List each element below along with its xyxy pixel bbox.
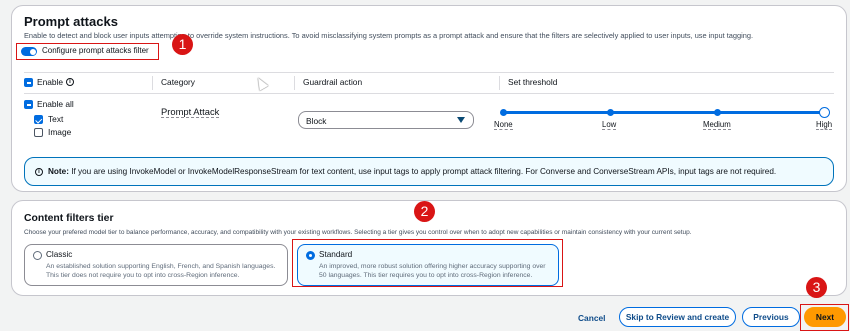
- text-checkbox[interactable]: [34, 115, 43, 124]
- standard-radio[interactable]: [306, 251, 315, 260]
- tier-option-classic[interactable]: Classic An established solution supporti…: [24, 244, 288, 286]
- column-category: Category: [161, 77, 195, 87]
- threshold-label-none: None: [494, 120, 513, 130]
- note-text: If you are using InvokeModel or InvokeMo…: [71, 167, 777, 176]
- info-icon: i: [35, 168, 43, 176]
- annotation-badge-3: 3: [806, 277, 827, 298]
- classic-title: Classic: [46, 250, 73, 259]
- standard-description: An improved, more robust solution offeri…: [319, 263, 546, 279]
- image-checkbox[interactable]: [34, 128, 43, 137]
- info-icon[interactable]: i: [66, 78, 74, 86]
- annotation-box-toggle: Configure prompt attacks filter: [16, 43, 159, 60]
- note-content: Note: If you are using InvokeModel or In…: [48, 167, 776, 176]
- note-alert: i Note: If you are using InvokeModel or …: [24, 157, 834, 186]
- prompt-attacks-description: Enable to detect and block user inputs a…: [24, 31, 754, 40]
- column-separator: [152, 76, 153, 90]
- guardrail-action-select[interactable]: Block: [298, 111, 474, 129]
- caret-down-icon: [457, 117, 465, 123]
- threshold-tick-none[interactable]: [500, 109, 507, 116]
- classic-radio[interactable]: [33, 251, 42, 260]
- divider: [24, 93, 834, 94]
- content-filters-tier-title: Content filters tier: [24, 213, 114, 224]
- threshold-tick-medium[interactable]: [714, 109, 721, 116]
- enable-all-checkbox[interactable]: [24, 100, 33, 109]
- prompt-attacks-title: Prompt attacks: [24, 14, 118, 29]
- note-label: Note:: [48, 167, 69, 176]
- divider: [24, 72, 834, 73]
- threshold-tick-low[interactable]: [607, 109, 614, 116]
- threshold-slider-track[interactable]: [503, 111, 825, 114]
- enable-all-label: Enable all: [37, 99, 74, 109]
- toggle-label: Configure prompt attacks filter: [42, 46, 149, 55]
- standard-title: Standard: [319, 250, 353, 259]
- annotation-badge-1: 1: [172, 34, 193, 55]
- content-filters-tier-description: Choose your prefered model tier to balan…: [24, 229, 692, 236]
- column-guardrail-action: Guardrail action: [303, 77, 363, 87]
- category-prompt-attack[interactable]: Prompt Attack: [161, 106, 220, 118]
- threshold-label-medium: Medium: [703, 120, 731, 130]
- threshold-slider-handle[interactable]: [819, 107, 830, 118]
- next-button[interactable]: Next: [804, 307, 846, 327]
- classic-description: An established solution supporting Engli…: [46, 263, 276, 279]
- threshold-label-low: Low: [602, 120, 617, 130]
- threshold-label-high: High: [816, 120, 833, 130]
- skip-to-review-button[interactable]: Skip to Review and create: [619, 307, 736, 327]
- guardrail-action-value: Block: [306, 116, 327, 126]
- cancel-button[interactable]: Cancel: [578, 313, 605, 323]
- tier-option-standard[interactable]: Standard An improved, more robust soluti…: [297, 244, 559, 286]
- annotation-badge-2: 2: [414, 201, 435, 222]
- column-enable: Enable: [37, 77, 64, 87]
- column-separator: [294, 76, 295, 90]
- column-set-threshold: Set threshold: [508, 77, 558, 87]
- previous-button[interactable]: Previous: [742, 307, 800, 327]
- prompt-attacks-toggle[interactable]: [21, 47, 37, 56]
- column-separator: [499, 76, 500, 90]
- enable-header-checkbox[interactable]: [24, 78, 33, 87]
- image-label: Image: [48, 127, 72, 137]
- text-label: Text: [48, 114, 64, 124]
